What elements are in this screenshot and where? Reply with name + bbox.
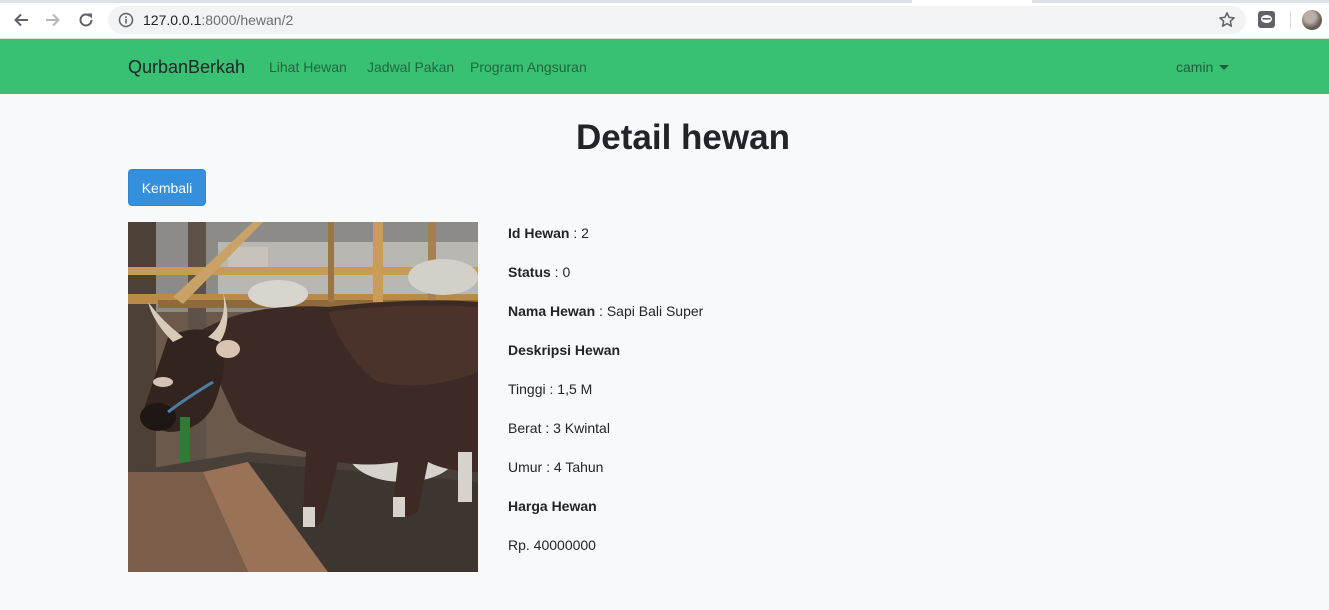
status-value: : 0 [550,264,571,280]
status-label: Status [508,264,551,280]
description-heading: Deskripsi Hewan [508,342,620,358]
detail-height: Tinggi : 1,5 M [508,381,593,397]
nav-link-lihat-hewan[interactable]: Lihat Hewan [269,59,347,75]
user-name: camin [1176,59,1214,75]
description-heading-text: Deskripsi Hewan [508,342,621,358]
back-button[interactable]: Kembali [128,169,206,206]
nav-link-program-angsuran[interactable]: Program Angsuran [470,59,587,75]
price-heading-text: Harga Hewan [508,498,597,514]
detail-weight: Berat : 3 Kwintal [508,420,610,436]
info-icon[interactable] [118,12,134,28]
browser-toolbar: 127.0.0.1:8000/hewan/2 [0,0,1329,39]
id-value: : 2 [569,225,589,241]
nav-link-jadwal-pakan[interactable]: Jadwal Pakan [367,59,454,75]
price-heading: Harga Hewan [508,498,597,514]
user-dropdown[interactable]: camin [1176,59,1230,75]
address-bar[interactable]: 127.0.0.1:8000/hewan/2 [108,6,1246,34]
toolbar-separator [1290,11,1291,29]
top-navbar: QurbanBerkah Lihat Hewan Jadwal Pakan Pr… [0,39,1329,94]
detail-status: Status : 0 [508,264,570,280]
animal-photo [128,222,478,572]
url-path: :8000/hewan/2 [201,12,294,28]
name-label: Nama Hewan [508,303,596,319]
id-label: Id Hewan [508,225,570,241]
extension-icon[interactable] [1257,10,1276,29]
navbar-brand[interactable]: QurbanBerkah [128,57,245,78]
detail-id: Id Hewan : 2 [508,225,589,241]
detail-age: Umur : 4 Tahun [508,459,604,475]
star-icon[interactable] [1218,11,1236,29]
detail-price: Rp. 40000000 [508,537,596,553]
reload-icon[interactable] [75,9,97,31]
page-title: Detail hewan [576,118,790,157]
chevron-down-icon [1219,65,1230,70]
url-text: 127.0.0.1:8000/hewan/2 [143,12,293,28]
tab-strip [0,0,1329,3]
detail-name: Nama Hewan : Sapi Bali Super [508,303,703,319]
forward-icon[interactable] [42,9,64,31]
profile-avatar[interactable] [1302,10,1322,30]
url-host: 127.0.0.1 [143,12,202,28]
back-icon[interactable] [10,9,32,31]
name-value: : Sapi Bali Super [595,303,704,319]
